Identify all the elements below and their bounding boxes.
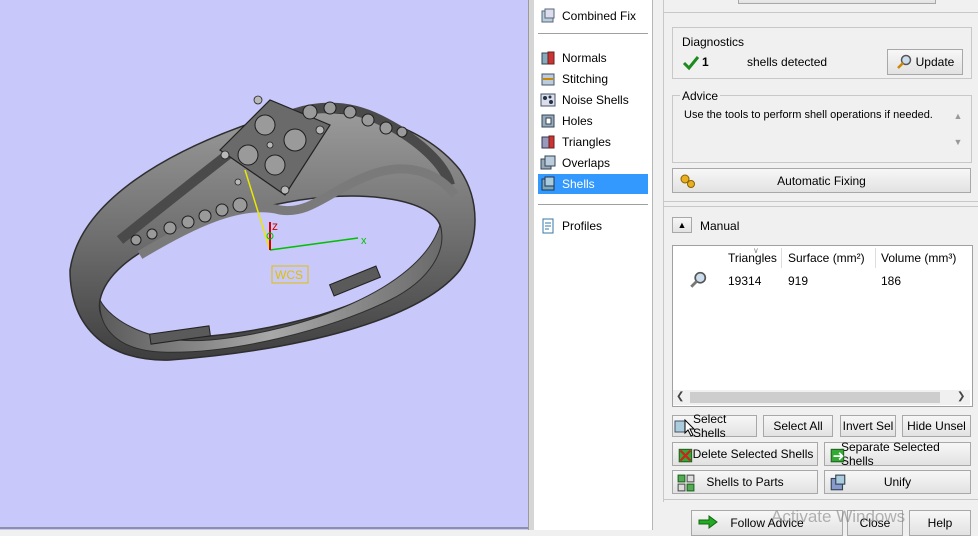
diagnostics-text: shells detected — [747, 55, 828, 69]
tool-label: Noise Shells — [562, 93, 629, 107]
3d-viewport[interactable]: z x WCS — [0, 0, 530, 530]
advice-box — [672, 95, 972, 163]
delete-shells-icon — [678, 448, 693, 463]
separate-shells-icon — [830, 448, 845, 463]
update-label: Update — [915, 55, 955, 69]
combined-fix-icon — [541, 8, 555, 23]
cell-volume: 186 — [881, 274, 902, 288]
delete-selected-shells-button[interactable]: Delete Selected Shells — [672, 442, 818, 466]
unify-button[interactable]: Unify — [824, 470, 971, 494]
tool-label: Profiles — [562, 219, 603, 233]
unify-label: Unify — [883, 475, 912, 489]
separate-selected-shells-button[interactable]: Separate Selected Shells — [824, 440, 971, 468]
axis-z-label: z — [272, 219, 278, 233]
scroll-right-icon[interactable]: ❯ — [957, 391, 965, 402]
axis-x-label: x — [361, 235, 367, 247]
tool-label: Normals — [562, 51, 607, 65]
shells-to-parts-icon — [677, 474, 695, 492]
unify-icon — [830, 474, 846, 491]
cell-surface: 919 — [788, 274, 809, 288]
top-clipped-button[interactable] — [738, 0, 936, 4]
select-all-label: Select All — [773, 419, 823, 433]
gears-icon — [680, 174, 695, 188]
fix-tool-list: Combined Fix Normals Stitching Noise She… — [534, 0, 653, 530]
shells-icon — [541, 176, 555, 191]
tool-profiles[interactable]: Profiles — [538, 216, 648, 236]
scroll-up-icon[interactable]: ▲ — [952, 109, 964, 123]
shell-fix-panel: Diagnostics 1 shells detected Update Adv… — [653, 0, 978, 536]
diagnostics-title: Diagnostics — [680, 35, 747, 49]
holes-icon — [541, 114, 555, 128]
scroll-down-icon[interactable]: ▼ — [952, 135, 964, 149]
horizontal-scrollbar[interactable]: ❮ ❯ — [673, 390, 970, 405]
activate-windows-watermark: Activate Windows — [771, 507, 906, 526]
tool-label: Combined Fix — [562, 9, 637, 23]
overlaps-icon — [540, 155, 556, 170]
tool-noise-shells[interactable]: Noise Shells — [538, 90, 648, 110]
sort-indicator-icon: ∨ — [753, 246, 759, 255]
scroll-left-icon[interactable]: ❮ — [676, 391, 684, 402]
manual-title: Manual — [700, 219, 740, 233]
delete-selected-label: Delete Selected Shells — [692, 447, 814, 461]
column-header-surface[interactable]: Surface (mm²) — [788, 247, 865, 269]
shells-to-parts-label: Shells to Parts — [706, 475, 784, 489]
divider — [538, 33, 648, 34]
separate-selected-label: Separate Selected Shells — [841, 440, 940, 468]
shells-table[interactable]: Triangles ∨ Surface (mm²) Volume (mm³) 1… — [672, 245, 973, 407]
normals-icon — [541, 51, 555, 65]
ring-model[interactable]: z x WCS — [0, 0, 530, 530]
advice-text: Use the tools to perform shell operation… — [684, 109, 933, 121]
select-shells-label: Select Shells — [693, 412, 727, 440]
divider — [538, 204, 648, 205]
wcs-label: WCS — [275, 268, 303, 282]
tool-label: Overlaps — [562, 156, 611, 170]
triangles-icon — [541, 135, 555, 149]
scrollbar-thumb[interactable] — [690, 392, 940, 403]
hide-unsel-label: Hide Unsel — [907, 419, 966, 433]
update-button[interactable]: Update — [887, 49, 963, 75]
manual-group: ▲ Manual Triangles ∨ Surface (mm²) Volum… — [663, 206, 978, 500]
tool-shells[interactable]: Shells — [538, 174, 648, 194]
diagnostics-advice-group: Diagnostics 1 shells detected Update Adv… — [663, 12, 978, 202]
invert-selection-button[interactable]: Invert Sel — [840, 415, 896, 437]
tool-stitching[interactable]: Stitching — [538, 69, 648, 89]
shell-magnifier-icon[interactable] — [689, 271, 707, 289]
advice-title: Advice — [680, 89, 721, 103]
stitching-icon — [541, 73, 555, 86]
table-row[interactable]: 19314 919 186 — [673, 270, 970, 292]
automatic-fixing-button[interactable]: Automatic Fixing — [672, 168, 971, 193]
check-icon — [682, 56, 700, 71]
collapse-manual-button[interactable]: ▲ — [672, 217, 692, 233]
advice-scrollbar[interactable]: ▲ ▼ — [952, 109, 964, 151]
cell-triangles: 19314 — [728, 274, 762, 288]
arrow-right-icon — [698, 515, 718, 529]
tool-combined-fix[interactable]: Combined Fix — [538, 6, 648, 26]
tool-label: Triangles — [562, 135, 611, 149]
tool-label: Holes — [562, 114, 593, 128]
hide-unselected-button[interactable]: Hide Unsel — [902, 415, 971, 437]
tool-label: Stitching — [562, 72, 609, 86]
tool-holes[interactable]: Holes — [538, 111, 648, 131]
column-header-volume[interactable]: Volume (mm³) — [881, 247, 956, 269]
profiles-icon — [542, 218, 554, 234]
noise-shells-icon — [540, 93, 556, 107]
tool-triangles[interactable]: Triangles — [538, 132, 648, 152]
chevron-up-icon: ▲ — [677, 220, 687, 230]
invert-sel-label: Invert Sel — [842, 419, 894, 433]
select-all-button[interactable]: Select All — [763, 415, 833, 437]
tool-normals[interactable]: Normals — [538, 48, 648, 68]
shells-to-parts-button[interactable]: Shells to Parts — [672, 470, 818, 494]
magnifier-icon — [896, 54, 911, 69]
automatic-fixing-label: Automatic Fixing — [777, 173, 866, 188]
tool-label: Shells — [562, 177, 595, 191]
tool-overlaps[interactable]: Overlaps — [538, 153, 648, 173]
help-label: Help — [927, 516, 953, 530]
mouse-cursor-icon — [684, 419, 696, 437]
help-button[interactable]: Help — [909, 510, 971, 536]
diagnostics-count: 1 — [702, 55, 709, 69]
